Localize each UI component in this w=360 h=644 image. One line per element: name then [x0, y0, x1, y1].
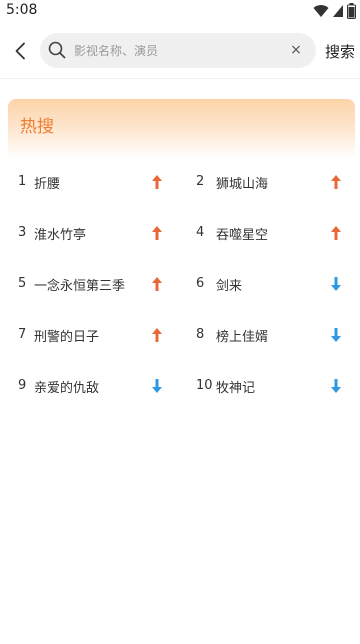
arrow-up-icon — [152, 328, 162, 342]
search-input[interactable] — [74, 33, 284, 68]
arrow-up-icon — [331, 175, 341, 189]
hot-search-item[interactable]: 7 刑警的日子 — [18, 310, 183, 360]
arrow-up-icon — [152, 175, 162, 189]
search-box[interactable]: × — [40, 33, 316, 68]
header-divider — [0, 78, 360, 79]
hot-search-row: 3 淮水竹亭 4 吞噬星空 — [0, 208, 360, 258]
hot-search-item[interactable]: 1 折腰 — [18, 157, 183, 207]
hot-search-rank: 8 — [196, 327, 205, 342]
hot-search-rank: 7 — [18, 327, 27, 342]
hot-search-name: 一念永恒第三季 — [34, 279, 126, 294]
hot-search-row: 7 刑警的日子 8 榜上佳婿 — [0, 310, 360, 360]
hot-search-card: 热搜 — [8, 99, 355, 159]
signal-icon — [333, 5, 343, 17]
hot-search-rank: 1 — [18, 174, 27, 189]
clear-icon[interactable]: × — [288, 42, 304, 58]
hot-search-rank: 3 — [18, 225, 27, 240]
hot-search-name: 榜上佳婿 — [216, 330, 269, 345]
wifi-icon — [313, 5, 329, 18]
hot-search-item[interactable]: 6 剑来 — [196, 259, 360, 309]
hot-search-rank: 5 — [18, 276, 27, 291]
back-button[interactable] — [8, 36, 32, 66]
search-header: × 搜索 — [0, 30, 360, 72]
status-icons — [313, 3, 356, 19]
hot-search-name: 淮水竹亭 — [34, 228, 87, 243]
hot-search-name: 牧神记 — [216, 381, 256, 396]
hot-search-name: 亲爱的仇敌 — [34, 381, 100, 396]
hot-search-rank: 9 — [18, 378, 27, 393]
chevron-left-icon — [15, 42, 25, 60]
status-bar: 5:08 — [0, 0, 360, 22]
hot-search-rank: 10 — [196, 378, 213, 393]
hot-search-name: 剑来 — [216, 279, 243, 294]
arrow-down-icon — [331, 379, 341, 393]
hot-search-name: 刑警的日子 — [34, 330, 100, 345]
arrow-up-icon — [331, 226, 341, 240]
hot-search-item[interactable]: 4 吞噬星空 — [196, 208, 360, 258]
hot-search-rank: 6 — [196, 276, 205, 291]
arrow-up-icon — [152, 277, 162, 291]
hot-search-item[interactable]: 8 榜上佳婿 — [196, 310, 360, 360]
arrow-down-icon — [331, 277, 341, 291]
hot-search-item[interactable]: 5 一念永恒第三季 — [18, 259, 183, 309]
hot-search-name: 吞噬星空 — [216, 228, 269, 243]
hot-search-item[interactable]: 3 淮水竹亭 — [18, 208, 183, 258]
hot-search-name: 折腰 — [34, 177, 61, 192]
hot-search-title: 热搜 — [20, 117, 54, 137]
hot-search-item[interactable]: 9 亲爱的仇敌 — [18, 361, 183, 411]
status-time: 5:08 — [6, 2, 38, 18]
arrow-down-icon — [331, 328, 341, 342]
hot-search-name: 狮城山海 — [216, 177, 269, 192]
hot-search-item[interactable]: 10 牧神记 — [196, 361, 360, 411]
search-button[interactable]: 搜索 — [325, 41, 355, 62]
hot-search-rank: 4 — [196, 225, 205, 240]
hot-search-item[interactable]: 2 狮城山海 — [196, 157, 360, 207]
search-icon — [48, 41, 66, 59]
hot-search-row: 5 一念永恒第三季 6 剑来 — [0, 259, 360, 309]
hot-search-row: 1 折腰 2 狮城山海 — [0, 157, 360, 207]
hot-search-rank: 2 — [196, 174, 205, 189]
hot-search-row: 9 亲爱的仇敌 10 牧神记 — [0, 361, 360, 411]
arrow-down-icon — [152, 379, 162, 393]
battery-icon — [347, 3, 356, 19]
arrow-up-icon — [152, 226, 162, 240]
